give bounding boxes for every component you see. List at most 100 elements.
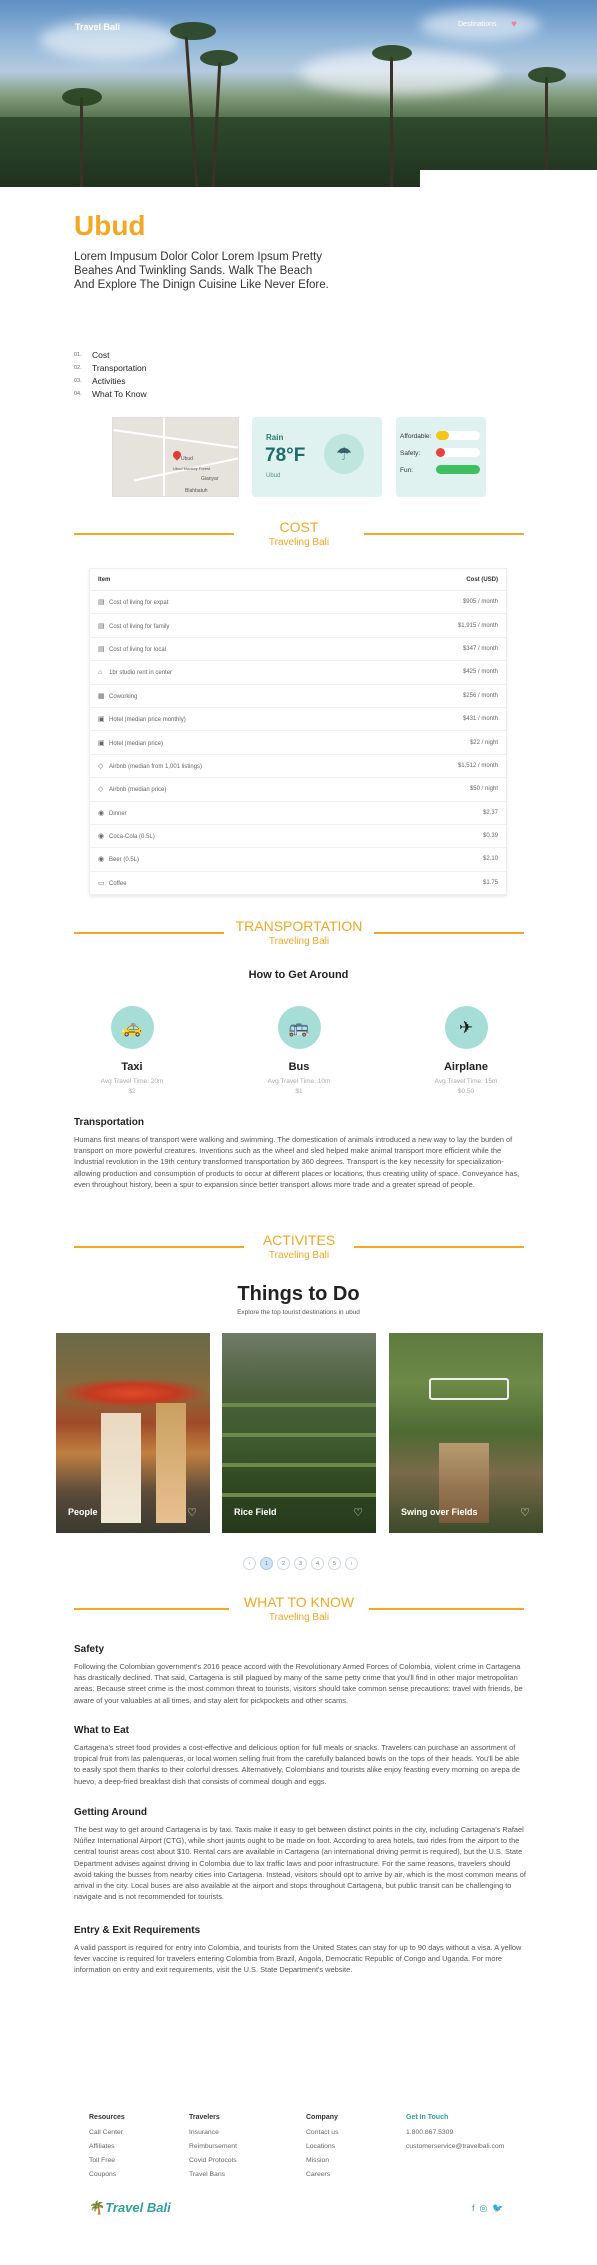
toc-label[interactable]: Activities: [92, 376, 126, 386]
toc-number: 01.: [74, 351, 82, 358]
page-title: Ubud: [74, 210, 146, 241]
location-map[interactable]: Ubud Gianyar Blahbatuh Ubud Monkey Fores…: [112, 417, 239, 497]
mode-name: Taxi: [121, 1061, 143, 1073]
facebook-icon[interactable]: f: [472, 2203, 475, 2214]
footer-link[interactable]: Covid Protocols: [189, 2154, 237, 2168]
footer-link[interactable]: Affiliates: [89, 2140, 125, 2154]
photo-caption: Rice Field: [234, 1507, 277, 1517]
footer-logo[interactable]: 🌴Travel Bali: [89, 2200, 171, 2216]
footer-col-company: Company Contact us Locations Mission Car…: [306, 2114, 339, 2182]
section-subtitle: Traveling Bali: [268, 1250, 330, 1261]
toc-label[interactable]: Cost: [92, 350, 109, 360]
map-label: Ubud Monkey Forest: [173, 466, 211, 471]
cell-cost: $905 / month: [462, 599, 498, 606]
photo-caption: People: [68, 1507, 98, 1517]
pagination: ‹ 1 2 3 4 5 ›: [243, 1557, 358, 1570]
footer-heading: Resources: [89, 2114, 125, 2121]
footer-link[interactable]: Travel Bans: [189, 2168, 237, 2182]
footer-link[interactable]: Coupons: [89, 2168, 125, 2182]
row-icon: ⌂: [98, 668, 103, 676]
toc-label[interactable]: Transportation: [92, 363, 147, 373]
item-label: Cost of living for expat: [109, 600, 169, 607]
know-heading-eat: What to Eat: [74, 1725, 129, 1736]
toc-label[interactable]: What To Know: [92, 389, 147, 399]
row-icon: ◇: [98, 786, 104, 794]
cell-item: ◇ Airbnb (median from 1,001 listings): [98, 762, 202, 770]
brand-logo[interactable]: Travel Bali: [75, 22, 120, 32]
table-row: ◉ Coca-Cola (0.5L) $0.39: [90, 825, 506, 849]
toc-item-transportation[interactable]: 02. Transportation: [74, 361, 147, 374]
nav-destinations-link[interactable]: Destinations: [458, 21, 497, 28]
pagination-page-button[interactable]: 4: [311, 1557, 324, 1570]
know-paragraph-eat: Cartagena's street food provides a cost-…: [74, 1743, 520, 1786]
table-row: ▭ Coffee $1.75: [90, 872, 506, 896]
footer-link[interactable]: Call Center: [89, 2126, 125, 2140]
toc-item-activities[interactable]: 03. Activities: [74, 374, 147, 387]
activity-card-swing[interactable]: Swing over Fields ♡: [389, 1333, 543, 1533]
toc-item-what-to-know[interactable]: 04. What To Know: [74, 387, 147, 400]
twitter-icon[interactable]: 🐦: [492, 2203, 503, 2214]
footer-link[interactable]: Insurance: [189, 2126, 237, 2140]
pagination-page-button[interactable]: 5: [328, 1557, 341, 1570]
row-icon: ▭: [98, 879, 105, 887]
table-row: ◉ Beer (0.5L) $2.10: [90, 848, 506, 872]
table-row: ▣ Hotel (median price monthly) $431 / mont…: [90, 708, 506, 732]
section-title: WHAT TO KNOW: [243, 1594, 355, 1610]
activity-card-people[interactable]: People ♡: [56, 1333, 210, 1533]
footer-link[interactable]: Reimbursement: [189, 2140, 237, 2154]
cell-item: ◉ Dinner: [98, 809, 127, 817]
footer-email[interactable]: customerservice@travelbali.com: [406, 2140, 504, 2154]
heart-outline-icon[interactable]: ♡: [187, 1506, 197, 1519]
mode-name: Bus: [288, 1061, 310, 1073]
table-row: ◉ Dinner $2.37: [90, 802, 506, 825]
footer-link[interactable]: Toll Free: [89, 2154, 125, 2168]
item-label: Airbnb (median price): [109, 787, 167, 794]
pagination-prev-button[interactable]: ‹: [243, 1557, 256, 1570]
table-row: ▤ Cost of living for local $347 / month: [90, 638, 506, 662]
footer-link[interactable]: Locations: [306, 2140, 339, 2154]
pagination-page-button[interactable]: 2: [277, 1557, 290, 1570]
cell-cost: $1.75: [482, 879, 498, 886]
section-header-activities: ACTIVITES Traveling Bali: [74, 1232, 524, 1272]
transport-mode-taxi: 🚕 Taxi Avg Travel Time: 20m $2: [72, 1006, 192, 1095]
footer-heading: Get In Touch: [406, 2114, 449, 2121]
row-icon: ▤: [98, 645, 105, 653]
header-item: Item: [98, 576, 111, 583]
toc-number: 02.: [74, 364, 82, 371]
cell-item: ▭ Coffee: [98, 879, 127, 887]
cell-item: ▣ Hotel (median price monthly): [98, 715, 186, 723]
heart-icon[interactable]: ♥: [511, 19, 517, 30]
transport-heading: How to Get Around: [248, 969, 349, 981]
table-row: ▣ Hotel (median price) $22 / night: [90, 731, 506, 755]
activities-heading: Things to Do: [237, 1283, 360, 1305]
footer-phone[interactable]: 1.800.867.5309: [406, 2126, 504, 2140]
toc-item-cost[interactable]: 01. Cost: [74, 348, 147, 361]
section-subtitle: Traveling Bali: [268, 1612, 330, 1623]
pagination-page-button[interactable]: 3: [294, 1557, 307, 1570]
footer-link[interactable]: Contact us: [306, 2126, 339, 2140]
instagram-icon[interactable]: ◎: [480, 2203, 488, 2214]
section-header-cost: COST Traveling Bali: [74, 519, 524, 559]
know-heading-getting-around: Getting Around: [74, 1807, 147, 1818]
pagination-next-button[interactable]: ›: [345, 1557, 358, 1570]
cell-cost: $425 / month: [462, 669, 498, 676]
rating-label: Fun:: [400, 467, 414, 474]
heart-outline-icon[interactable]: ♡: [353, 1506, 363, 1519]
pagination-page-button[interactable]: 1: [260, 1557, 273, 1570]
toc-number: 03.: [74, 377, 82, 384]
map-label: Gianyar: [201, 476, 219, 482]
activity-card-rice-field[interactable]: Rice Field ♡: [222, 1333, 376, 1533]
footer-col-resources: Resources Call Center Affiliates Toll Fr…: [89, 2114, 125, 2182]
row-icon: ▣: [98, 739, 105, 747]
activities-subheading: Explore the top tourist destinations in …: [237, 1309, 360, 1316]
cell-cost: $50 / night: [469, 786, 498, 793]
rating-label: Safety:: [400, 450, 421, 457]
palm-icon: 🌴: [89, 2200, 106, 2215]
row-icon: ▤: [98, 599, 105, 607]
table-row: ⌂ 1br studio rent in center $425 / month: [90, 661, 506, 685]
footer-link[interactable]: Mission: [306, 2154, 339, 2168]
cloud-rain-icon: ☂: [324, 434, 364, 474]
cost-table: Item Cost (USD) ▤ Cost of living for expat…: [89, 568, 507, 896]
footer-link[interactable]: Careers: [306, 2168, 339, 2182]
heart-outline-icon[interactable]: ♡: [520, 1506, 530, 1519]
